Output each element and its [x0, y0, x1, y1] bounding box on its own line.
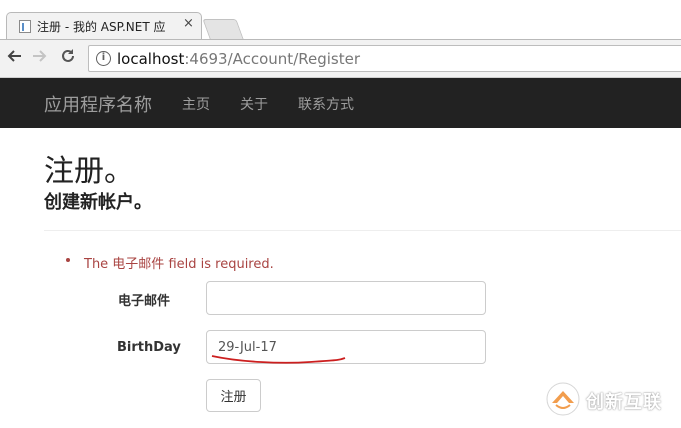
- nav-link-about[interactable]: 关于: [240, 94, 268, 114]
- email-label: 电子邮件: [118, 294, 171, 309]
- address-bar[interactable]: i localhost:4693/Account/Register: [88, 45, 681, 72]
- reload-icon[interactable]: [60, 48, 76, 69]
- info-icon[interactable]: i: [96, 51, 111, 66]
- page-subtitle: 创建新帐户。: [44, 192, 152, 213]
- register-button[interactable]: 注册: [206, 379, 261, 412]
- nav-link-contact[interactable]: 联系方式: [298, 94, 354, 114]
- site-navbar: 应用程序名称 主页 关于 联系方式: [0, 78, 681, 128]
- browser-toolbar: i localhost:4693/Account/Register: [0, 40, 681, 78]
- nav-link-home[interactable]: 主页: [182, 94, 210, 114]
- browser-tab[interactable]: 注册 - 我的 ASP.NET 应 ×: [6, 12, 202, 40]
- validation-error: The 电子邮件 field is required.: [84, 257, 274, 272]
- birthday-label: BirthDay: [117, 340, 181, 355]
- tab-title: 注册 - 我的 ASP.NET 应: [37, 20, 166, 34]
- email-field[interactable]: [206, 281, 486, 315]
- watermark: 创新互联: [545, 381, 675, 417]
- navbar-brand[interactable]: 应用程序名称: [44, 91, 152, 117]
- birthday-field[interactable]: [206, 330, 486, 364]
- page-title: 注册。: [44, 154, 134, 189]
- watermark-text: 创新互联: [586, 392, 662, 413]
- divider: [44, 230, 681, 231]
- url-text: localhost:4693/Account/Register: [117, 50, 360, 68]
- new-tab-button[interactable]: [202, 19, 244, 39]
- browser-tab-strip: 注册 - 我的 ASP.NET 应 ×: [0, 0, 681, 40]
- back-arrow-icon[interactable]: [6, 48, 22, 69]
- forward-arrow-icon[interactable]: [32, 48, 48, 69]
- error-bullet: [66, 258, 70, 262]
- url-host: localhost: [117, 50, 185, 68]
- watermark-logo-icon: [546, 382, 580, 416]
- page-favicon-icon: [19, 20, 31, 33]
- tab-close-icon[interactable]: ×: [183, 16, 194, 31]
- url-path: :4693/Account/Register: [184, 50, 361, 68]
